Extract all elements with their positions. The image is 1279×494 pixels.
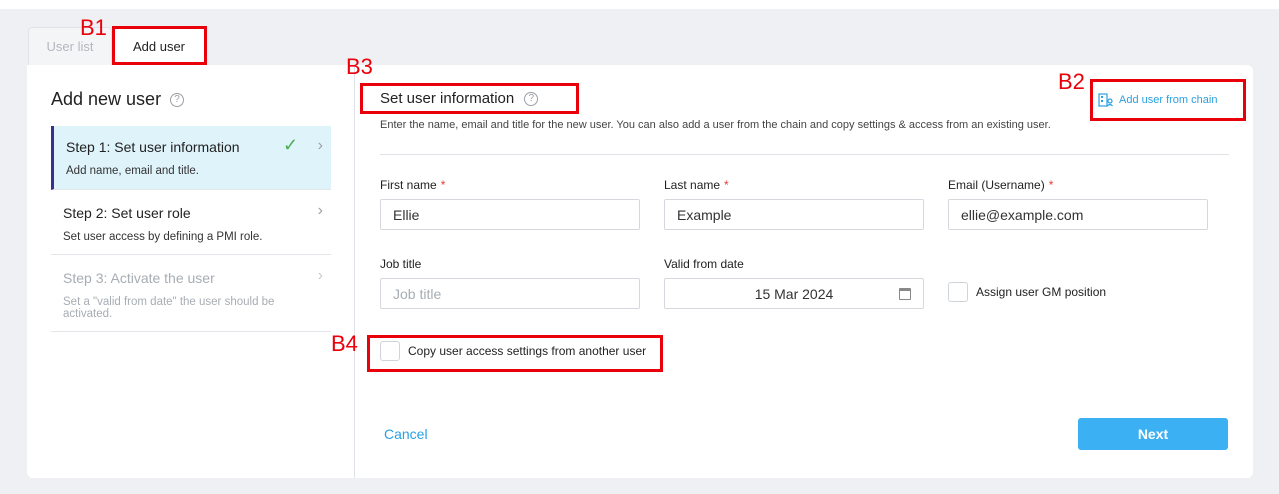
- required-mark: *: [724, 178, 729, 192]
- first-name-label-text: First name: [380, 178, 437, 192]
- chevron-right-icon: ›: [317, 202, 323, 219]
- required-mark: *: [440, 178, 446, 192]
- chevron-right-icon: ›: [317, 137, 323, 154]
- step-title: Step 1: Set user information: [66, 139, 240, 155]
- annotation-box-b3: [360, 83, 579, 114]
- annotation-box-b2: [1090, 79, 1246, 121]
- job-title-input[interactable]: Job title: [380, 278, 640, 309]
- first-name-label: First name *: [380, 178, 445, 192]
- required-mark: *: [1048, 178, 1054, 192]
- step-title: Step 2: Set user role: [63, 205, 191, 221]
- annotation-box-b4: [367, 335, 663, 372]
- gm-position-checkbox[interactable]: [948, 282, 968, 302]
- email-input[interactable]: ellie@example.com: [948, 199, 1208, 230]
- section-description: Enter the name, email and title for the …: [380, 119, 1051, 131]
- email-label-text: Email (Username): [948, 178, 1045, 192]
- step-set-user-role[interactable]: Step 2: Set user role Set user access by…: [51, 191, 331, 255]
- last-name-label-text: Last name: [664, 178, 721, 192]
- step-activate-user[interactable]: Step 3: Activate the user Set a "valid f…: [51, 256, 331, 332]
- annotation-label-b3: B3: [346, 54, 373, 79]
- sidebar-title-text: Add new user: [51, 89, 162, 109]
- step-description: Set a "valid from date" the user should …: [63, 296, 275, 320]
- gm-position-label: Assign user GM position: [976, 285, 1107, 299]
- cancel-button[interactable]: Cancel: [384, 426, 428, 442]
- valid-from-label: Valid from date: [664, 257, 744, 271]
- last-name-input[interactable]: Example: [664, 199, 924, 230]
- checkmark-icon: ✓: [283, 135, 299, 155]
- email-label: Email (Username) *: [948, 178, 1053, 192]
- step-set-user-information[interactable]: Step 1: Set user information Add name, e…: [51, 126, 331, 190]
- last-name-label: Last name *: [664, 178, 729, 192]
- step-description: Set user access by defining a PMI role.: [63, 231, 263, 243]
- first-name-input[interactable]: Ellie: [380, 199, 640, 230]
- calendar-icon[interactable]: [899, 288, 911, 300]
- main-form-panel: Set user information ? Enter the name, e…: [356, 65, 1253, 478]
- chevron-right-icon: ›: [317, 267, 323, 284]
- next-button[interactable]: Next: [1078, 418, 1228, 450]
- annotation-label-b4: B4: [331, 331, 358, 356]
- valid-from-date-value: 15 Mar 2024: [754, 285, 834, 302]
- step-description: Add name, email and title.: [66, 165, 199, 177]
- add-user-card: Add new user ? Step 1: Set user informat…: [27, 65, 1253, 478]
- valid-from-date-input[interactable]: 15 Mar 2024: [664, 278, 924, 309]
- steps-sidebar: Add new user ? Step 1: Set user informat…: [27, 65, 355, 478]
- job-title-label: Job title: [380, 257, 422, 271]
- annotation-label-b2: B2: [1058, 69, 1085, 94]
- help-icon[interactable]: ?: [170, 92, 185, 107]
- step-title: Step 3: Activate the user: [63, 270, 215, 286]
- annotation-label-b1: B1: [80, 15, 107, 40]
- sidebar-title: Add new user ?: [51, 89, 185, 110]
- top-bar: [0, 0, 1279, 9]
- annotation-box-b1: [112, 26, 207, 65]
- divider: [380, 154, 1229, 155]
